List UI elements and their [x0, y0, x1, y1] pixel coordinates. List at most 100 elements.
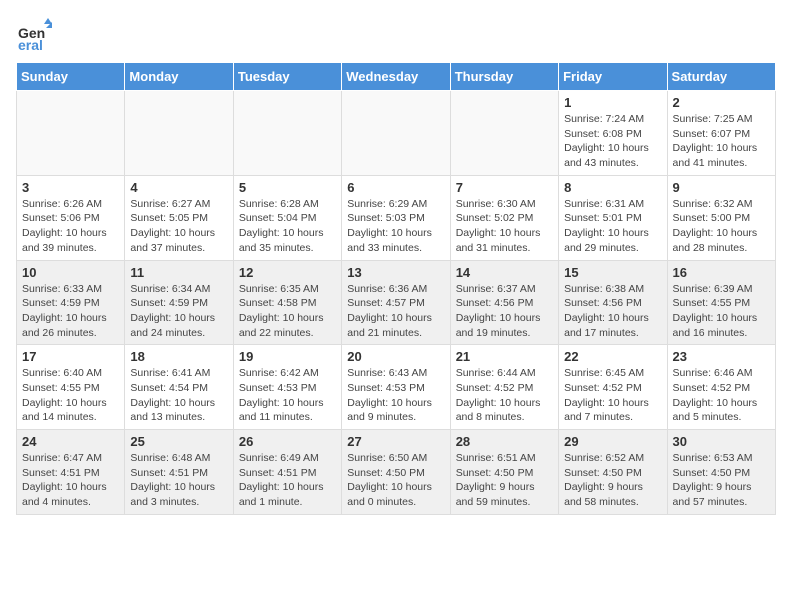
calendar-cell: 24 Sunrise: 6:47 AM Sunset: 4:51 PM Dayli… [17, 430, 125, 515]
day-number: 14 [456, 265, 553, 280]
calendar-week-2: 3 Sunrise: 6:26 AM Sunset: 5:06 PM Daylig… [17, 175, 776, 260]
day-info: Sunrise: 6:42 AM Sunset: 4:53 PM Dayligh… [239, 366, 336, 425]
day-number: 2 [673, 95, 770, 110]
calendar-cell: 6 Sunrise: 6:29 AM Sunset: 5:03 PM Daylig… [342, 175, 450, 260]
calendar-cell: 23 Sunrise: 6:46 AM Sunset: 4:52 PM Dayli… [667, 345, 775, 430]
calendar-cell: 25 Sunrise: 6:48 AM Sunset: 4:51 PM Dayli… [125, 430, 233, 515]
calendar-cell: 11 Sunrise: 6:34 AM Sunset: 4:59 PM Dayli… [125, 260, 233, 345]
day-number: 1 [564, 95, 661, 110]
day-info: Sunrise: 6:31 AM Sunset: 5:01 PM Dayligh… [564, 197, 661, 256]
day-info: Sunrise: 6:44 AM Sunset: 4:52 PM Dayligh… [456, 366, 553, 425]
day-number: 23 [673, 349, 770, 364]
calendar-cell: 13Sunrise: 6:36 AM Sunset: 4:57 PM Dayli… [342, 260, 450, 345]
day-info: Sunrise: 6:26 AM Sunset: 5:06 PM Dayligh… [22, 197, 119, 256]
weekday-header-tuesday: Tuesday [233, 63, 341, 91]
day-number: 5 [239, 180, 336, 195]
day-number: 30 [673, 434, 770, 449]
calendar-week-4: 17 Sunrise: 6:40 AM Sunset: 4:55 PM Dayli… [17, 345, 776, 430]
calendar-cell: 19 Sunrise: 6:42 AM Sunset: 4:53 PM Dayli… [233, 345, 341, 430]
calendar-cell: 7 Sunrise: 6:30 AM Sunset: 5:02 PM Daylig… [450, 175, 558, 260]
day-number: 22 [564, 349, 661, 364]
calendar-cell: 3 Sunrise: 6:26 AM Sunset: 5:06 PM Daylig… [17, 175, 125, 260]
calendar-cell: 29 Sunrise: 6:52 AM Sunset: 4:50 PM Dayli… [559, 430, 667, 515]
day-number: 6 [347, 180, 444, 195]
calendar-cell: 14 Sunrise: 6:37 AM Sunset: 4:56 PM Dayli… [450, 260, 558, 345]
day-number: 29 [564, 434, 661, 449]
day-info: Sunrise: 6:32 AM Sunset: 5:00 PM Dayligh… [673, 197, 770, 256]
calendar-cell: 28 Sunrise: 6:51 AM Sunset: 4:50 PM Dayli… [450, 430, 558, 515]
day-info: Sunrise: 6:45 AM Sunset: 4:52 PM Dayligh… [564, 366, 661, 425]
day-info: Sunrise: 6:40 AM Sunset: 4:55 PM Dayligh… [22, 366, 119, 425]
calendar-cell: 12 Sunrise: 6:35 AM Sunset: 4:58 PM Dayli… [233, 260, 341, 345]
logo-icon: Gen eral [16, 16, 52, 52]
day-number: 25 [130, 434, 227, 449]
calendar-cell: 5Sunrise: 6:28 AM Sunset: 5:04 PM Daylig… [233, 175, 341, 260]
calendar-cell: 8 Sunrise: 6:31 AM Sunset: 5:01 PM Daylig… [559, 175, 667, 260]
day-number: 13 [347, 265, 444, 280]
calendar-cell: 15 Sunrise: 6:38 AM Sunset: 4:56 PM Dayli… [559, 260, 667, 345]
calendar-cell [342, 91, 450, 176]
day-info: Sunrise: 6:53 AM Sunset: 4:50 PM Dayligh… [673, 451, 770, 510]
day-number: 7 [456, 180, 553, 195]
weekday-header-wednesday: Wednesday [342, 63, 450, 91]
day-info: Sunrise: 6:29 AM Sunset: 5:03 PM Dayligh… [347, 197, 444, 256]
day-info: Sunrise: 6:34 AM Sunset: 4:59 PM Dayligh… [130, 282, 227, 341]
calendar-cell: 27Sunrise: 6:50 AM Sunset: 4:50 PM Dayli… [342, 430, 450, 515]
day-info: Sunrise: 6:51 AM Sunset: 4:50 PM Dayligh… [456, 451, 553, 510]
calendar-cell: 20Sunrise: 6:43 AM Sunset: 4:53 PM Dayli… [342, 345, 450, 430]
logo: Gen eral [16, 16, 56, 52]
calendar-week-3: 10Sunrise: 6:33 AM Sunset: 4:59 PM Dayli… [17, 260, 776, 345]
calendar-cell: 30 Sunrise: 6:53 AM Sunset: 4:50 PM Dayli… [667, 430, 775, 515]
calendar-week-1: 1 Sunrise: 7:24 AM Sunset: 6:08 PM Daylig… [17, 91, 776, 176]
day-number: 27 [347, 434, 444, 449]
day-number: 3 [22, 180, 119, 195]
day-number: 18 [130, 349, 227, 364]
day-number: 8 [564, 180, 661, 195]
day-info: Sunrise: 6:47 AM Sunset: 4:51 PM Dayligh… [22, 451, 119, 510]
day-number: 10 [22, 265, 119, 280]
day-info: Sunrise: 6:49 AM Sunset: 4:51 PM Dayligh… [239, 451, 336, 510]
day-number: 28 [456, 434, 553, 449]
day-info: Sunrise: 6:52 AM Sunset: 4:50 PM Dayligh… [564, 451, 661, 510]
day-number: 24 [22, 434, 119, 449]
day-number: 11 [130, 265, 227, 280]
calendar-header: SundayMondayTuesdayWednesdayThursdayFrid… [17, 63, 776, 91]
day-number: 26 [239, 434, 336, 449]
calendar-cell: 2 Sunrise: 7:25 AM Sunset: 6:07 PM Daylig… [667, 91, 775, 176]
day-info: Sunrise: 6:30 AM Sunset: 5:02 PM Dayligh… [456, 197, 553, 256]
calendar-week-5: 24 Sunrise: 6:47 AM Sunset: 4:51 PM Dayli… [17, 430, 776, 515]
calendar-cell [17, 91, 125, 176]
calendar-cell: 22 Sunrise: 6:45 AM Sunset: 4:52 PM Dayli… [559, 345, 667, 430]
day-number: 16 [673, 265, 770, 280]
calendar-cell [450, 91, 558, 176]
day-info: Sunrise: 7:25 AM Sunset: 6:07 PM Dayligh… [673, 112, 770, 171]
day-number: 9 [673, 180, 770, 195]
day-info: Sunrise: 6:39 AM Sunset: 4:55 PM Dayligh… [673, 282, 770, 341]
day-info: Sunrise: 6:48 AM Sunset: 4:51 PM Dayligh… [130, 451, 227, 510]
weekday-header-saturday: Saturday [667, 63, 775, 91]
day-number: 15 [564, 265, 661, 280]
weekday-header-sunday: Sunday [17, 63, 125, 91]
calendar-cell: 21Sunrise: 6:44 AM Sunset: 4:52 PM Dayli… [450, 345, 558, 430]
calendar-cell: 26 Sunrise: 6:49 AM Sunset: 4:51 PM Dayli… [233, 430, 341, 515]
calendar-cell: 10Sunrise: 6:33 AM Sunset: 4:59 PM Dayli… [17, 260, 125, 345]
calendar-cell [125, 91, 233, 176]
day-info: Sunrise: 6:37 AM Sunset: 4:56 PM Dayligh… [456, 282, 553, 341]
calendar-cell: 1 Sunrise: 7:24 AM Sunset: 6:08 PM Daylig… [559, 91, 667, 176]
day-info: Sunrise: 6:38 AM Sunset: 4:56 PM Dayligh… [564, 282, 661, 341]
weekday-header-thursday: Thursday [450, 63, 558, 91]
calendar-table: SundayMondayTuesdayWednesdayThursdayFrid… [16, 62, 776, 515]
day-number: 19 [239, 349, 336, 364]
calendar-cell: 16 Sunrise: 6:39 AM Sunset: 4:55 PM Dayli… [667, 260, 775, 345]
day-number: 12 [239, 265, 336, 280]
day-info: Sunrise: 6:27 AM Sunset: 5:05 PM Dayligh… [130, 197, 227, 256]
day-info: Sunrise: 7:24 AM Sunset: 6:08 PM Dayligh… [564, 112, 661, 171]
weekday-header-friday: Friday [559, 63, 667, 91]
day-info: Sunrise: 6:46 AM Sunset: 4:52 PM Dayligh… [673, 366, 770, 425]
day-number: 17 [22, 349, 119, 364]
page-header: Gen eral [16, 16, 776, 52]
day-info: Sunrise: 6:41 AM Sunset: 4:54 PM Dayligh… [130, 366, 227, 425]
calendar-cell: 4Sunrise: 6:27 AM Sunset: 5:05 PM Daylig… [125, 175, 233, 260]
svg-text:eral: eral [18, 37, 43, 52]
day-info: Sunrise: 6:35 AM Sunset: 4:58 PM Dayligh… [239, 282, 336, 341]
